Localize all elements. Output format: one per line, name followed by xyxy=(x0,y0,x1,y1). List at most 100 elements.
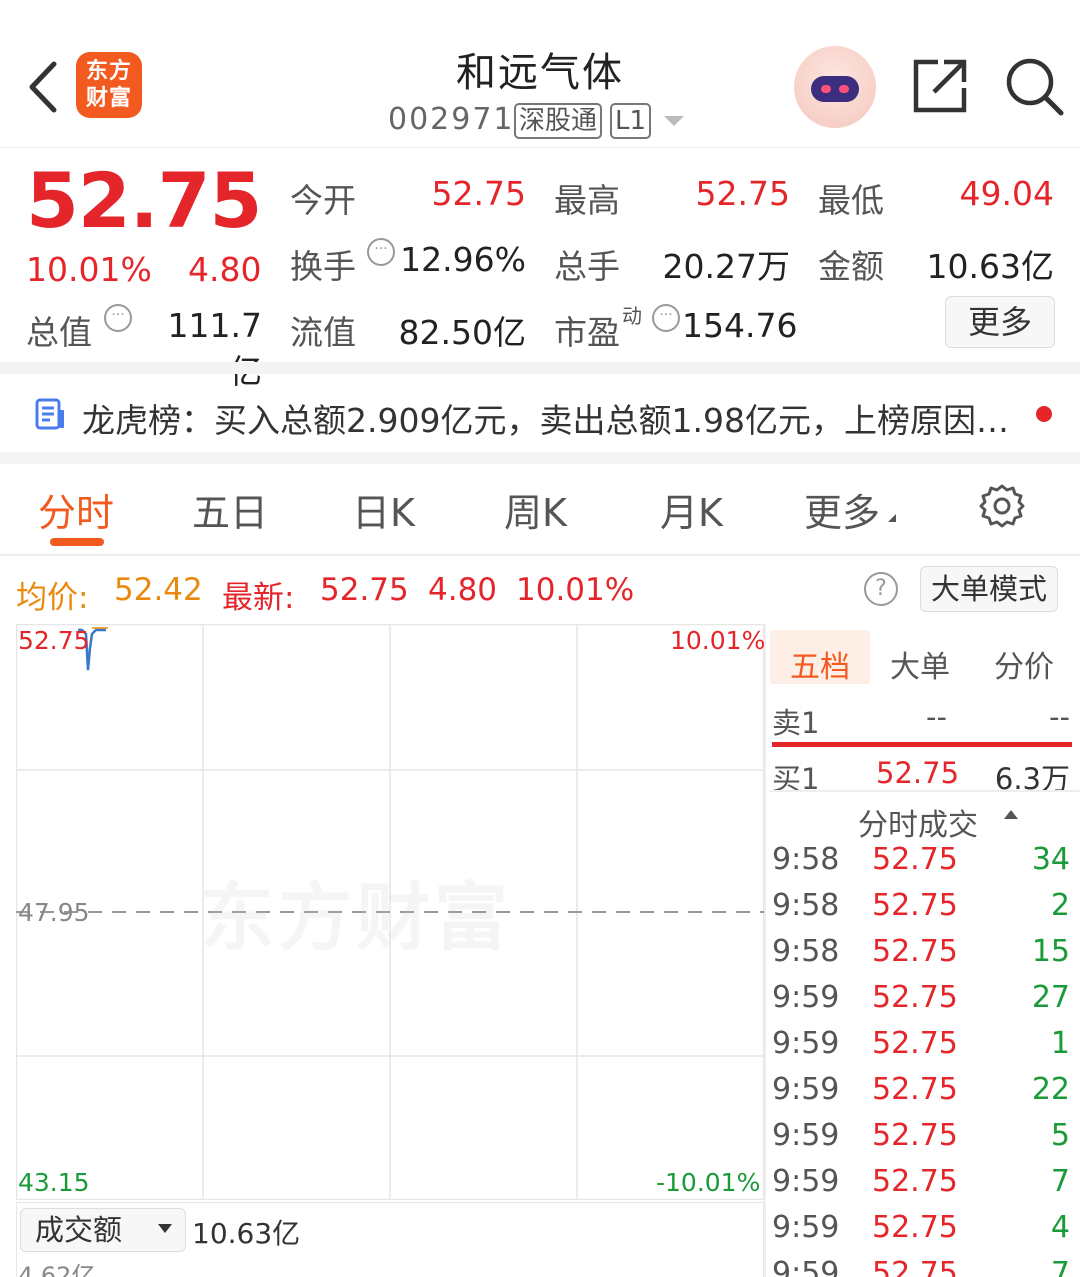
divider xyxy=(0,452,1080,464)
connect-tag: 深股通 xyxy=(514,103,603,139)
trade-row: 9:59 52.75 4 xyxy=(0,1210,1080,1256)
dragon-tiger-notice[interactable]: 龙虎榜：买入总额2.909亿元，卖出总额1.98亿元，上榜原因：日涨幅偏离值达7… xyxy=(82,394,1022,442)
divider xyxy=(770,790,1080,792)
tab-more[interactable]: 更多 xyxy=(804,482,880,537)
trade-volume: 7 xyxy=(1050,1164,1070,1199)
current-price: 52.75 xyxy=(26,156,262,245)
pe-label: 市盈 xyxy=(554,313,620,352)
level-tag[interactable]: L1 xyxy=(610,103,652,139)
help-icon[interactable]: ? xyxy=(864,572,898,606)
tab-order-book[interactable]: 五档 xyxy=(790,642,850,686)
trade-price: 52.75 xyxy=(872,1026,958,1061)
trade-time: 9:59 xyxy=(772,1210,840,1245)
buy1-price: 52.75 xyxy=(876,756,960,790)
volume-value: 20.27万 xyxy=(662,247,790,286)
app-logo: 东方 财富 xyxy=(76,52,142,118)
trade-price: 52.75 xyxy=(872,842,958,877)
volume-label: 总手 xyxy=(554,247,620,286)
trade-time: 9:59 xyxy=(772,1026,840,1061)
trade-volume: 2 xyxy=(1050,888,1070,923)
float-cap-value: 82.50亿 xyxy=(398,313,526,352)
more-quote-button[interactable]: 更多 xyxy=(945,296,1055,348)
trade-row: 9:59 52.75 27 xyxy=(0,980,1080,1026)
chevron-up-icon[interactable] xyxy=(1004,810,1018,819)
stock-name: 和远气体 xyxy=(456,50,624,96)
sell1-label: 卖1 xyxy=(772,706,820,740)
trades-title[interactable]: 分时成交 xyxy=(858,800,978,844)
latest-change-percent: 10.01% xyxy=(516,572,635,608)
trade-price: 52.75 xyxy=(872,888,958,923)
trade-price: 52.75 xyxy=(872,934,958,969)
logo-text-line2: 财富 xyxy=(85,86,132,111)
trade-volume: 15 xyxy=(1031,934,1070,969)
trade-row: 9:59 52.75 7 xyxy=(0,1164,1080,1210)
trade-price: 52.75 xyxy=(872,1210,958,1245)
low-value: 49.04 xyxy=(959,174,1054,213)
level-dropdown-caret-icon[interactable] xyxy=(664,116,684,126)
tab-intraday[interactable]: 分时 xyxy=(38,482,114,537)
total-cap-label: 总值 xyxy=(26,313,92,352)
latest-value: 52.75 xyxy=(320,572,409,608)
trade-time: 9:59 xyxy=(772,1118,840,1153)
change-percent: 10.01% xyxy=(26,250,152,289)
trade-time: 9:58 xyxy=(772,888,840,923)
gear-icon[interactable] xyxy=(978,482,1026,530)
pe-value: 154.76 xyxy=(682,306,798,345)
open-label: 今开 xyxy=(290,181,356,220)
low-label: 最低 xyxy=(818,181,884,220)
tab-price-distribution[interactable]: 分价 xyxy=(994,642,1054,686)
tab-weekly-k[interactable]: 周K xyxy=(504,482,567,537)
trade-row: 9:58 52.75 34 xyxy=(0,842,1080,888)
total-cap-value: 111.7亿 xyxy=(167,306,262,391)
trade-time: 9:58 xyxy=(772,842,840,877)
tab-monthly-k[interactable]: 月K xyxy=(660,482,723,537)
latest-label: 最新: xyxy=(222,580,295,616)
avg-price-value: 52.42 xyxy=(114,572,203,608)
trade-time: 9:59 xyxy=(772,1256,840,1277)
share-icon[interactable] xyxy=(910,56,970,116)
y-axis-top-label: 52.75 xyxy=(18,626,90,655)
trade-price: 52.75 xyxy=(872,980,958,1015)
total-cap-info-icon[interactable]: ··· xyxy=(104,304,132,332)
amount-value: 10.63亿 xyxy=(926,247,1054,286)
trade-price: 52.75 xyxy=(872,1118,958,1153)
trade-volume: 34 xyxy=(1031,842,1070,877)
turnover-value: 12.96% xyxy=(400,240,526,279)
avg-price-label: 均价: xyxy=(16,580,89,616)
assistant-robot-icon[interactable] xyxy=(794,46,876,128)
pe-superscript: 动 xyxy=(622,304,642,328)
search-icon[interactable] xyxy=(1004,56,1064,116)
change-amount: 4.80 xyxy=(188,250,262,289)
logo-text-line1: 东方 xyxy=(85,59,132,84)
pe-info-icon[interactable]: ··· xyxy=(652,304,680,332)
big-order-mode-button[interactable]: 大单模式 xyxy=(920,566,1058,612)
tab-five-day[interactable]: 五日 xyxy=(192,482,268,537)
high-value: 52.75 xyxy=(695,174,790,213)
sell1-price: -- xyxy=(926,700,947,734)
pct-axis-top-label: 10.01% xyxy=(670,626,766,655)
price-limit-line xyxy=(772,742,1072,747)
trade-row: 9:59 52.75 1 xyxy=(0,1026,1080,1072)
trade-row: 9:59 52.75 22 xyxy=(0,1072,1080,1118)
float-cap-label: 流值 xyxy=(290,313,356,352)
trade-row: 9:58 52.75 15 xyxy=(0,934,1080,980)
turnover-info-icon[interactable]: ··· xyxy=(367,238,395,266)
trade-time: 9:59 xyxy=(772,980,840,1015)
document-icon xyxy=(35,398,64,430)
trade-volume: 27 xyxy=(1031,980,1070,1015)
back-arrow-icon[interactable] xyxy=(22,58,66,116)
tab-big-orders[interactable]: 大单 xyxy=(890,642,950,686)
divider xyxy=(0,362,1080,374)
stock-code: 002971 xyxy=(388,102,515,137)
trade-time: 9:58 xyxy=(772,934,840,969)
trade-row: 9:59 52.75 5 xyxy=(0,1118,1080,1164)
app-header: 东方 财富 和远气体 002971 深股通 L1 xyxy=(0,0,1080,148)
more-tab-caret-icon xyxy=(888,514,896,522)
trade-price: 52.75 xyxy=(872,1256,958,1277)
trade-time: 9:59 xyxy=(772,1072,840,1107)
turnover-label: 换手 xyxy=(290,247,356,286)
tab-daily-k[interactable]: 日K xyxy=(352,482,415,537)
trade-volume: 7 xyxy=(1050,1256,1070,1277)
trade-price: 52.75 xyxy=(872,1072,958,1107)
sell1-volume: -- xyxy=(1049,700,1070,734)
